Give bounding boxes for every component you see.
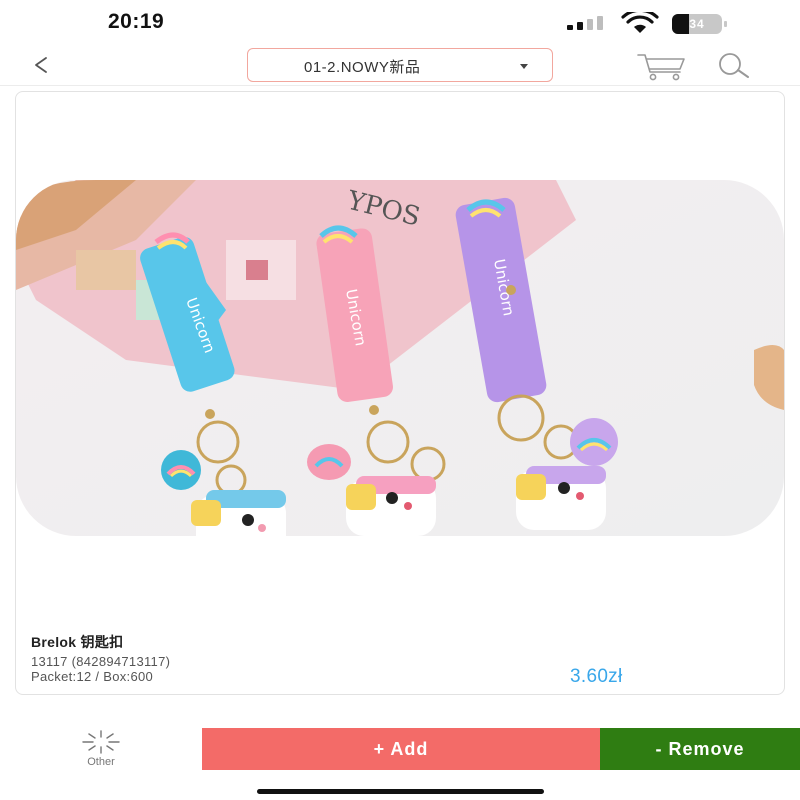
product-packaging: Packet:12 / Box:600: [31, 669, 154, 684]
loading-spinner-icon: [82, 730, 120, 754]
wifi-icon: [621, 12, 659, 33]
other-label: Other: [87, 756, 115, 768]
top-nav: 01-2.NOWY新品: [0, 46, 800, 86]
cart-icon[interactable]: [636, 50, 688, 82]
product-photo[interactable]: YPOS Unicorn Unicorn Unicorn: [16, 180, 784, 536]
product-price: 3.60zł: [570, 666, 623, 687]
remove-button[interactable]: - Remove: [600, 728, 800, 770]
clock: 20:19: [108, 10, 165, 33]
product-card[interactable]: YPOS Unicorn Unicorn Unicorn Brelok 钥匙扣 …: [15, 91, 785, 695]
caret-down-icon: [520, 64, 528, 69]
search-icon[interactable]: [710, 50, 758, 82]
home-indicator[interactable]: [257, 789, 544, 794]
product-code: 13117 (842894713117): [31, 654, 171, 669]
battery-percent: 34: [689, 17, 705, 31]
chevron-left-icon[interactable]: [28, 50, 58, 80]
other-button[interactable]: Other: [0, 728, 202, 770]
action-bar: Other + Add - Remove: [0, 728, 800, 770]
category-dropdown[interactable]: 01-2.NOWY新品: [247, 48, 553, 82]
category-label: 01-2.NOWY新品: [304, 59, 421, 76]
battery-icon: 34: [672, 14, 728, 34]
product-photo-illustration: YPOS Unicorn Unicorn Unicorn: [16, 180, 784, 536]
product-name: Brelok 钥匙扣: [31, 634, 124, 650]
cellular-signal-icon: [567, 16, 609, 30]
status-bar: 20:19 34: [0, 0, 800, 46]
add-button[interactable]: + Add: [202, 728, 600, 770]
